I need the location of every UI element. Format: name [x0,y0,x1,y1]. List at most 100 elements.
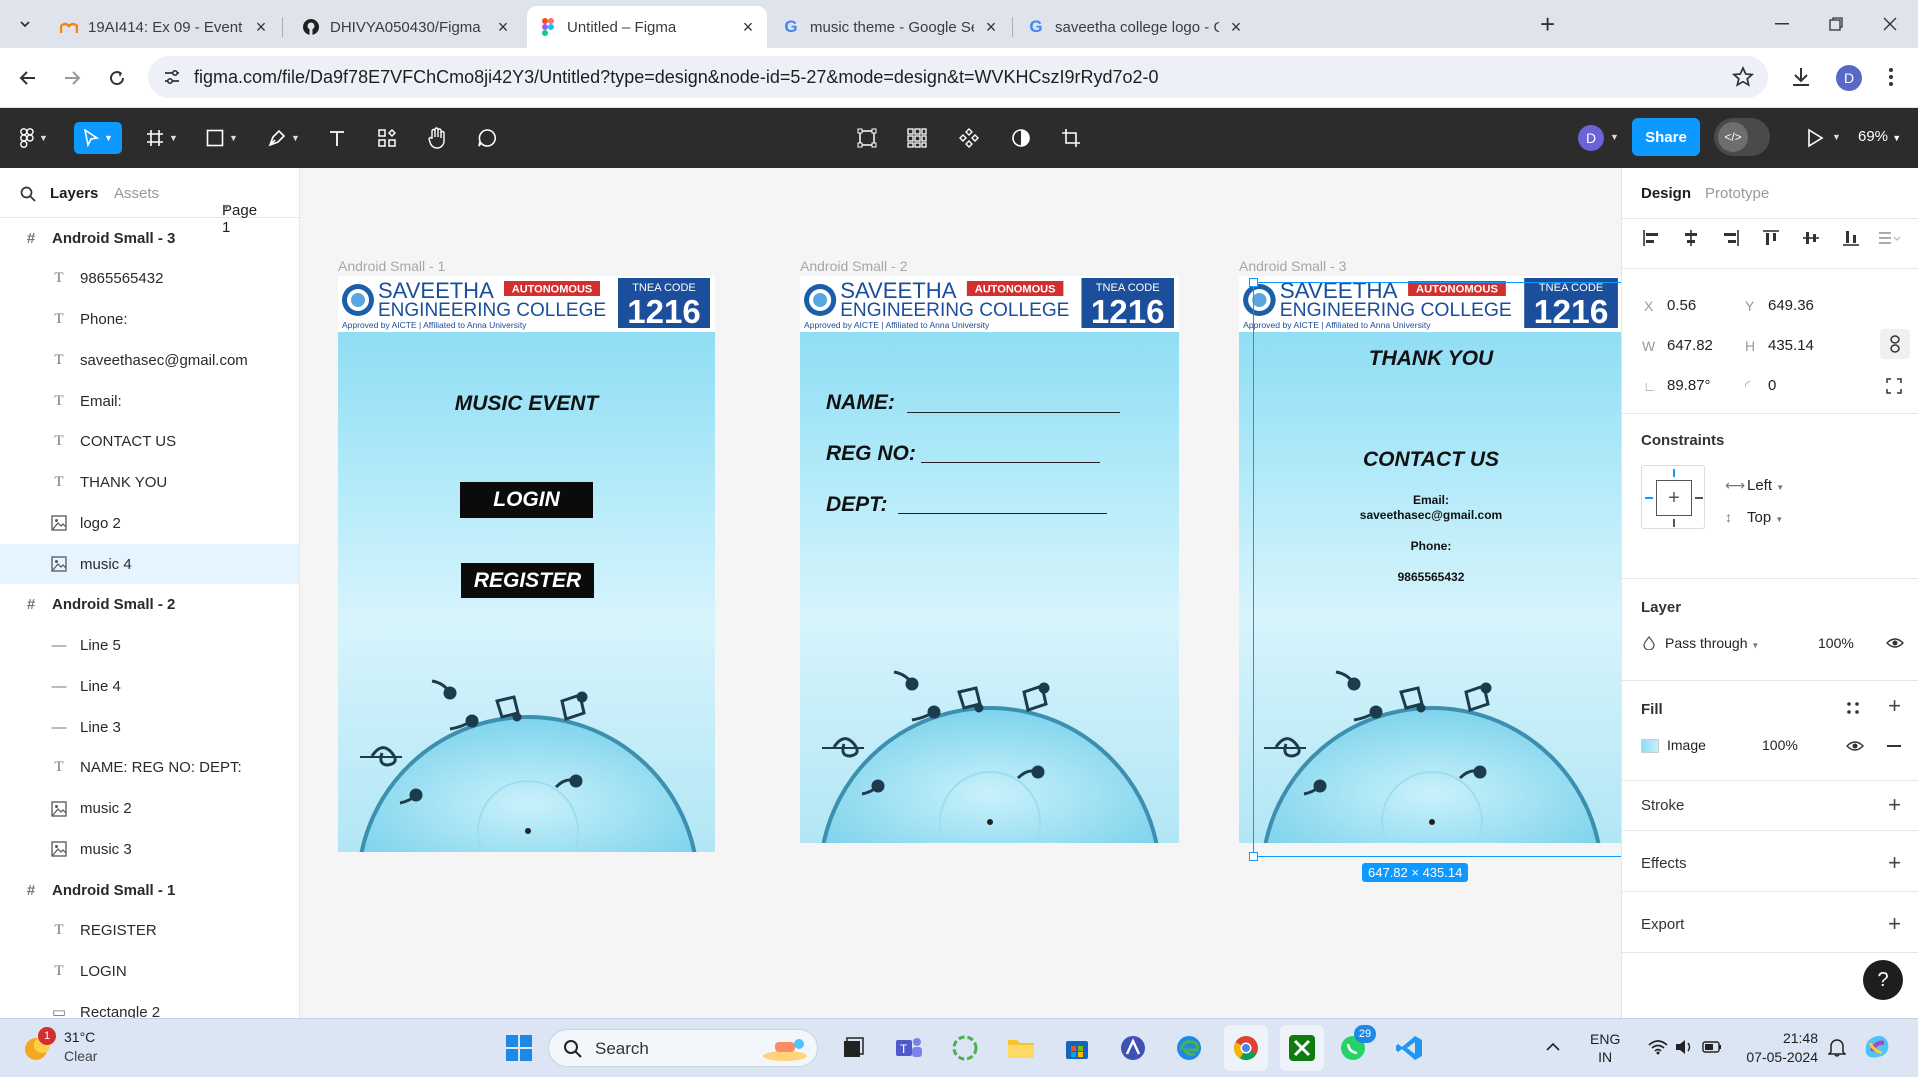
layer-row[interactable]: — Line 3 [0,707,299,747]
crop-icon[interactable] [1056,122,1086,154]
new-tab-button[interactable]: + [1540,11,1555,37]
show-hidden-icons-chevron[interactable] [1546,1039,1560,1055]
wifi-icon[interactable] [1648,1039,1668,1058]
close-tab-icon[interactable]: × [252,18,270,36]
whatsapp-icon[interactable]: 29 [1336,1025,1376,1065]
tab-design[interactable]: Design [1641,185,1691,202]
layer-row[interactable]: music 2 [0,789,299,829]
copilot-icon[interactable] [1862,1031,1892,1064]
edge-icon[interactable] [1172,1031,1206,1065]
clock[interactable]: 21:48 07-05-2024 [1738,1029,1818,1067]
selection-box[interactable] [1249,278,1621,861]
frame-android-small-2[interactable]: SAVEETHA AUTONOMOUS ENGINEERING COLLEGE … [800,276,1179,843]
layer-row[interactable]: T Email: [0,381,299,421]
comment-tool-icon[interactable] [472,122,502,154]
layer-row[interactable]: T REGISTER [0,911,299,951]
shape-tool-icon[interactable]: ▼ [200,122,244,154]
sync-app-icon[interactable] [948,1031,982,1065]
corner-radius-field[interactable]: 0 [1768,377,1776,394]
browser-tab-google-logo[interactable]: G saveetha college logo - Google × [1015,6,1255,48]
more-menu-icon[interactable] [1888,66,1894,91]
profile-avatar[interactable]: D [1836,65,1862,91]
layer-frame-row[interactable]: # Android Small - 1 [0,870,299,910]
file-explorer-icon[interactable] [1004,1031,1038,1065]
text-tool-icon[interactable] [322,122,352,154]
constraint-widget[interactable]: + [1641,465,1705,529]
layer-row[interactable]: Tsaveethasec@gmail.com [0,340,299,380]
register-button[interactable]: REGISTER [461,563,594,598]
weather-icon[interactable]: 1 [20,1027,56,1063]
fill-opacity-field[interactable]: 100% [1762,737,1798,753]
restore-icon[interactable] [1814,10,1858,38]
blend-mode-select[interactable]: Pass through ▼ [1665,635,1759,651]
remove-fill-icon[interactable] [1887,745,1901,747]
teams-icon[interactable]: T [892,1031,926,1065]
xbox-icon[interactable] [1280,1025,1324,1071]
reload-icon[interactable] [103,64,131,92]
layer-row[interactable]: T 9865565432 [0,259,299,299]
forward-icon[interactable] [58,64,86,92]
distribute-icon[interactable] [1877,226,1901,250]
back-icon[interactable] [14,64,42,92]
x-field[interactable]: 0.56 [1667,297,1696,314]
present-play-icon[interactable] [1806,128,1824,151]
layer-row[interactable]: T LOGIN [0,952,299,992]
height-field[interactable]: 435.14 [1768,337,1814,354]
component-icon[interactable] [954,122,984,154]
layer-frame-row[interactable]: # Android Small - 2 [0,585,299,625]
site-settings-icon[interactable] [162,67,182,90]
volume-icon[interactable] [1674,1038,1694,1059]
chevron-down-icon[interactable]: ▼ [1610,132,1619,142]
layer-row[interactable]: T THANK YOU [0,463,299,503]
layer-row[interactable]: music 4 [0,544,299,584]
language-indicator[interactable]: ENG IN [1590,1030,1620,1066]
download-icon[interactable] [1790,66,1812,91]
notification-bell-icon[interactable] [1827,1037,1847,1060]
frame-label[interactable]: Android Small - 1 [338,258,445,274]
browser-tab-github[interactable]: DHIVYA050430/Figma × [290,6,522,48]
align-bottom-icon[interactable] [1839,226,1863,250]
layer-row[interactable]: — Line 5 [0,626,299,666]
close-window-icon[interactable] [1868,10,1912,38]
add-export-icon[interactable]: + [1888,913,1901,935]
windows-start-icon[interactable] [502,1031,536,1065]
app-a-icon[interactable] [1116,1031,1150,1065]
frame-label[interactable]: Android Small - 3 [1239,258,1346,274]
align-top-icon[interactable] [1759,226,1783,250]
horizontal-constraint-select[interactable]: Left ▼ [1747,477,1784,494]
layer-row[interactable]: T Phone: [0,300,299,340]
zoom-level[interactable]: 69% ▼ [1858,128,1901,145]
align-vertical-center-icon[interactable] [1799,226,1823,250]
visibility-eye-icon[interactable] [1886,636,1904,652]
dev-mode-toggle[interactable]: </> [1714,118,1770,156]
align-horizontal-center-icon[interactable] [1679,226,1703,250]
add-fill-icon[interactable]: + [1888,695,1901,717]
layer-row[interactable]: music 3 [0,829,299,869]
main-menu-icon[interactable]: ▼ [16,122,52,154]
contrast-icon[interactable] [1006,122,1036,154]
bookmark-star-icon[interactable] [1731,65,1755,91]
task-view-icon[interactable] [836,1031,870,1065]
fill-styles-icon[interactable] [1846,701,1860,718]
microsoft-store-icon[interactable] [1060,1031,1094,1065]
resize-handle[interactable] [1249,852,1258,861]
fill-visibility-eye-icon[interactable] [1846,739,1864,755]
frame-tool-icon[interactable]: ▼ [140,122,184,154]
y-field[interactable]: 649.36 [1768,297,1814,314]
frame-android-small-1[interactable]: SAVEETHA AUTONOMOUS ENGINEERING COLLEGE … [338,276,715,852]
url-bar[interactable]: figma.com/file/Da9f78E7VFChCmo8ji42Y3/Un… [148,56,1768,98]
taskbar-search[interactable]: Search [548,1029,818,1067]
weather-widget[interactable]: 31°C Clear [64,1028,97,1066]
frame-label[interactable]: Android Small - 2 [800,258,907,274]
browser-tab-figma[interactable]: Untitled – Figma × [527,6,767,48]
tab-layers[interactable]: Layers [50,185,98,202]
align-left-icon[interactable] [1639,226,1663,250]
battery-icon[interactable] [1702,1040,1722,1056]
layer-opacity-field[interactable]: 100% [1818,635,1854,651]
share-button[interactable]: Share [1632,118,1700,156]
grid-icon[interactable] [902,122,932,154]
close-tab-icon[interactable]: × [1227,18,1245,36]
rotation-field[interactable]: 89.87° [1667,377,1711,394]
hand-tool-icon[interactable] [422,122,452,154]
align-right-icon[interactable] [1719,226,1743,250]
